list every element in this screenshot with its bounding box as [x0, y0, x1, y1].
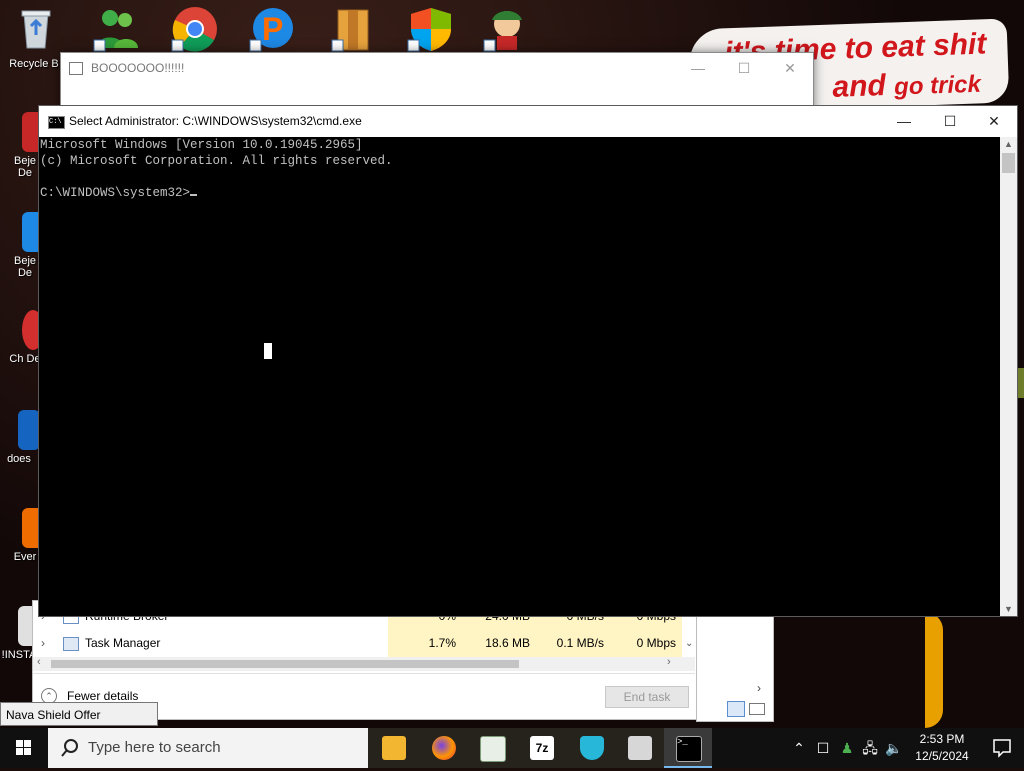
scroll-down-icon[interactable]: ⌄ — [685, 630, 693, 657]
clock-time: 2:53 PM — [919, 732, 965, 746]
task-manager-icon — [63, 637, 79, 651]
taskbar-app[interactable] — [468, 728, 516, 768]
maximize-button[interactable]: ☐ — [721, 53, 767, 84]
memory-cell: 18.6 MB — [462, 630, 536, 657]
start-button[interactable] — [0, 728, 48, 768]
fewer-details-link[interactable]: Fewer details — [67, 689, 138, 703]
cmd-title: Select Administrator: C:\WINDOWS\system3… — [69, 114, 362, 128]
scroll-up-icon[interactable]: ▲ — [1004, 139, 1013, 149]
taskbar: Type here to search 7z >_ ⌃ ☐ ♟ 🖧 🔈 2:53… — [0, 728, 1024, 768]
desktop-icon-label: Beje De — [13, 155, 37, 179]
people-icon[interactable] — [92, 6, 142, 52]
desktop-icon-label: Ch De — [9, 353, 41, 365]
window-app-icon — [480, 736, 506, 762]
tray-app-icon[interactable]: ☐ — [814, 728, 832, 768]
notification-tooltip[interactable]: Nava Shield Offer — [0, 702, 158, 726]
search-placeholder: Type here to search — [88, 739, 221, 756]
close-button[interactable]: ✕ — [767, 53, 813, 84]
bg-window-titlebar[interactable]: BOOOOOOO!!!!!! — ☐ ✕ — [61, 53, 813, 84]
taskbar-app[interactable] — [616, 728, 664, 768]
scroll-down-icon[interactable]: ▼ — [1004, 604, 1013, 614]
banner-word: go trick — [893, 70, 982, 101]
search-icon — [61, 739, 78, 757]
notification-icon — [993, 739, 1011, 758]
taskbar-shield-app[interactable] — [568, 728, 616, 768]
game-character-icon[interactable] — [482, 6, 532, 52]
svg-text:P: P — [262, 11, 283, 47]
network-cell: 0 Mbps — [610, 630, 682, 657]
windows-logo-icon — [16, 740, 31, 755]
windows-security-icon[interactable] — [406, 6, 456, 52]
taskbar-file-explorer[interactable] — [370, 728, 418, 768]
cmd-titlebar[interactable]: C:\ Select Administrator: C:\WINDOWS\sys… — [39, 106, 1017, 137]
window-icon — [69, 62, 83, 75]
taskbar-cmd[interactable]: >_ — [664, 728, 712, 768]
minimize-button[interactable]: — — [881, 106, 927, 137]
disk-cell: 0.1 MB/s — [536, 630, 610, 657]
scroll-left-icon[interactable]: ‹ — [37, 656, 41, 668]
desktop-icon-label: Recycle B — [9, 58, 59, 70]
console-line: (c) Microsoft Corporation. All rights re… — [40, 154, 393, 168]
expand-chevron-icon[interactable]: › — [41, 630, 45, 657]
bg-window-title: BOOOOOOO!!!!!! — [91, 61, 185, 75]
console-output[interactable]: Microsoft Windows [Version 10.0.19045.29… — [40, 137, 393, 201]
folder-icon — [382, 736, 406, 760]
maximize-button[interactable]: ☐ — [927, 106, 973, 137]
minimize-button[interactable]: — — [675, 53, 721, 84]
desktop-icon-label: Beje De — [13, 255, 37, 279]
scrollbar-thumb[interactable] — [51, 660, 519, 668]
horizontal-scrollbar[interactable]: ‹ › — [33, 656, 695, 671]
7zip-icon: 7z — [530, 736, 554, 760]
desktop-icon-label: does — [7, 453, 31, 465]
cmd-window[interactable]: C:\ Select Administrator: C:\WINDOWS\sys… — [38, 105, 1018, 617]
scroll-right-icon[interactable]: › — [667, 656, 671, 668]
search-box[interactable]: Type here to search — [48, 728, 368, 768]
scrollbar-thumb[interactable] — [1002, 153, 1015, 173]
volume-icon[interactable]: 🔈 — [884, 728, 904, 768]
app-icon — [18, 410, 40, 450]
explorer-window-fragment[interactable]: › — [696, 614, 774, 722]
firefox-icon — [432, 736, 456, 760]
large-icons-view-icon[interactable] — [749, 703, 765, 715]
scroll-right-icon[interactable]: › — [757, 681, 761, 695]
show-hidden-icons-chevron-icon[interactable]: ⌃ — [790, 728, 808, 768]
clock-date: 12/5/2024 — [915, 749, 969, 763]
notification-center-button[interactable] — [980, 728, 1024, 768]
cmd-icon: C:\ — [48, 116, 65, 129]
end-task-button[interactable]: End task — [605, 686, 689, 708]
p-app-icon[interactable]: P — [248, 6, 298, 52]
book-app-icon[interactable] — [330, 6, 380, 52]
people-tray-icon[interactable]: ♟ — [838, 728, 856, 768]
banner-word: and — [831, 68, 887, 104]
network-icon[interactable]: 🖧 — [860, 728, 880, 768]
decorative-shape — [925, 612, 943, 728]
cpu-cell: 1.7% — [388, 630, 462, 657]
tooltip-text: Nava Shield Offer — [6, 708, 101, 722]
desktop-icon-recycle-bin[interactable]: Recycle B — [4, 58, 64, 70]
text-cursor — [190, 194, 198, 196]
desktop-icon-label: Ever — [13, 551, 37, 563]
recycle-bin-icon[interactable] — [14, 6, 64, 52]
taskbar-firefox[interactable] — [420, 728, 468, 768]
vertical-scrollbar[interactable]: ▲ ▼ — [1000, 137, 1017, 616]
cmd-icon: >_ — [676, 736, 702, 762]
process-name: Task Manager — [85, 636, 161, 650]
shield-icon — [580, 736, 604, 760]
computer-icon — [628, 736, 652, 760]
clock[interactable]: 2:53 PM 12/5/2024 — [908, 731, 976, 765]
details-view-icon[interactable] — [727, 701, 745, 717]
console-line: Microsoft Windows [Version 10.0.19045.29… — [40, 138, 363, 152]
chrome-icon[interactable] — [170, 6, 220, 52]
table-row[interactable]: › Task Manager 1.7% 18.6 MB 0.1 MB/s 0 M… — [33, 630, 693, 657]
console-prompt: C:\WINDOWS\system32> — [40, 186, 191, 200]
taskbar-7zip[interactable]: 7z — [518, 728, 566, 768]
close-button[interactable]: ✕ — [971, 106, 1017, 137]
mouse-cursor — [264, 343, 272, 359]
